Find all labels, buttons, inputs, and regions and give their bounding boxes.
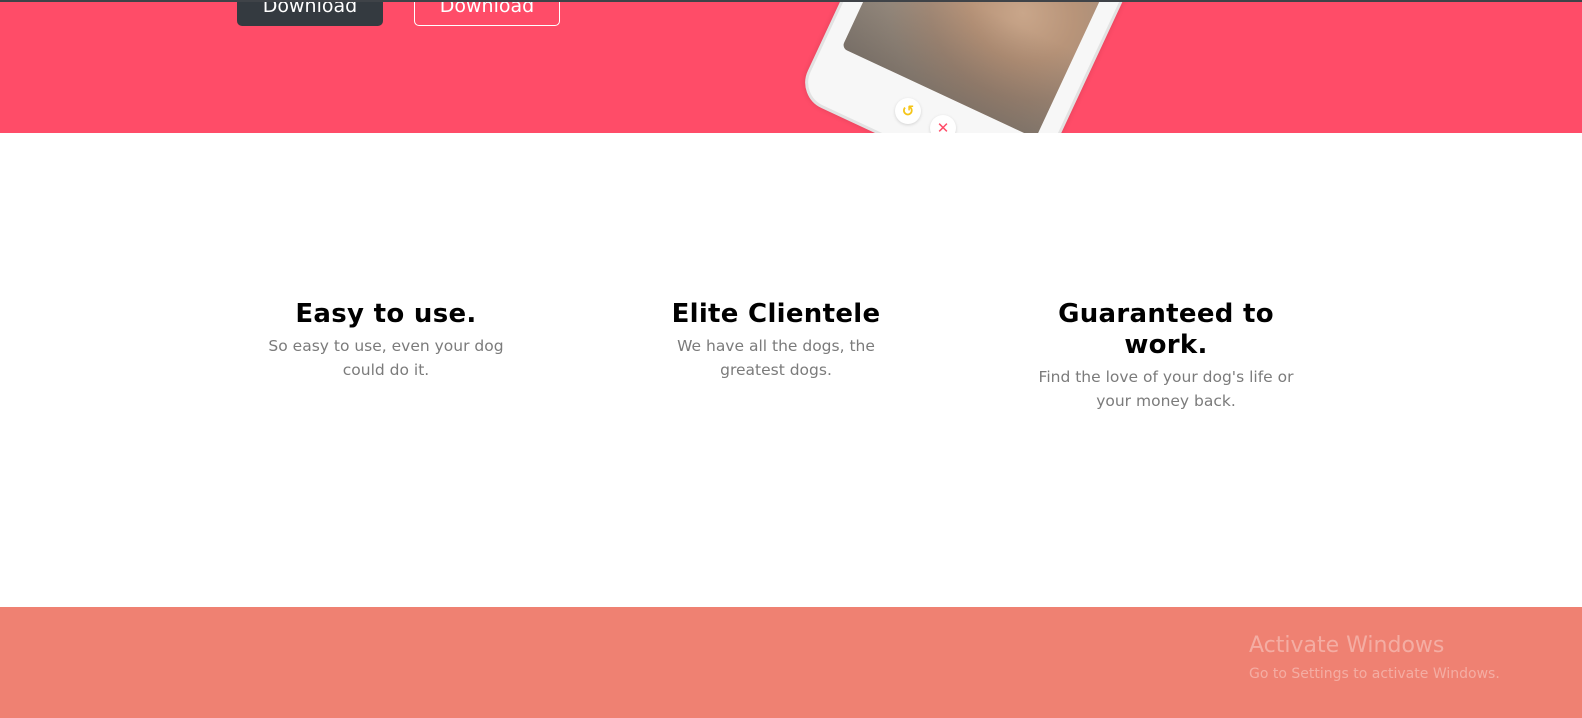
window-top-border — [0, 0, 1582, 2]
feature-text: Find the love of your dog's life or your… — [1038, 368, 1294, 410]
feature-title: Elite Clientele — [671, 299, 881, 329]
feature-elite-clientele: Elite Clientele We have all the dogs, th… — [641, 299, 911, 382]
download-button-dark[interactable]: Download — [237, 0, 383, 26]
feature-title: Easy to use. — [295, 299, 477, 329]
undo-icon: ↺ — [895, 98, 921, 124]
phone-mockup-image — [795, 0, 1171, 133]
feature-text: We have all the dogs, the greatest dogs. — [677, 337, 875, 379]
watermark-title: Activate Windows — [1249, 633, 1445, 658]
feature-text: So easy to use, even your dog could do i… — [268, 337, 504, 379]
feature-title: Guaranteed to work. — [1058, 299, 1274, 360]
hero-section: ↺ ✕ Download Download — [0, 0, 1582, 133]
features-section: Easy to use. So easy to use, even your d… — [0, 133, 1582, 607]
dog-photo — [841, 0, 1138, 133]
windows-activation-watermark: Activate Windows Go to Settings to activ… — [1249, 632, 1500, 684]
download-button-outline[interactable]: Download — [414, 0, 560, 26]
feature-easy-to-use: Easy to use. So easy to use, even your d… — [251, 299, 521, 382]
watermark-subtitle: Go to Settings to activate Windows. — [1249, 666, 1500, 682]
feature-guaranteed: Guaranteed to work. Find the love of you… — [1031, 299, 1301, 413]
